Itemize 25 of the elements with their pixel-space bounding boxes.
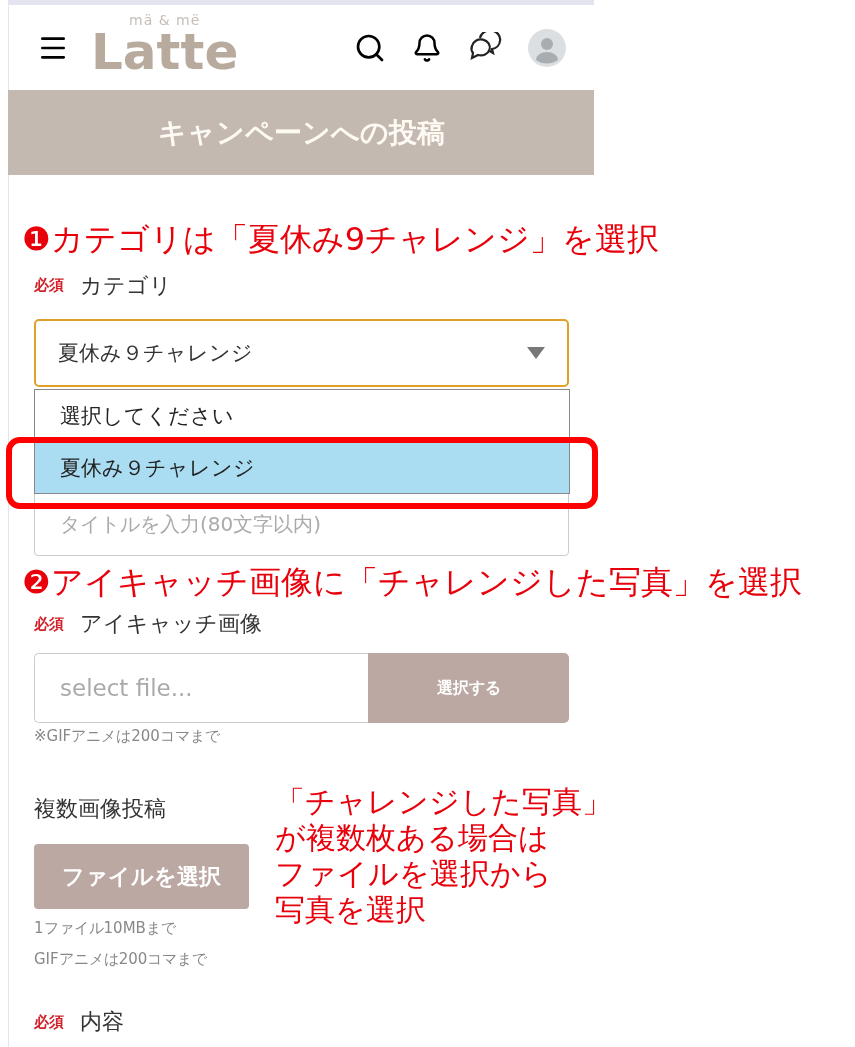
choose-file-button[interactable]: ファイルを選択 <box>34 844 249 910</box>
category-select[interactable]: 夏休み９チャレンジ <box>34 318 569 387</box>
hint-text: ※GIFアニメは200コマまで <box>34 727 221 747</box>
field-label: アイキャッチ画像 <box>80 610 262 639</box>
caret-icon <box>527 346 545 359</box>
hint-text: 1ファイル10MBまで <box>34 919 177 939</box>
annotation-line: ファイルを選択から <box>275 856 552 893</box>
logo: mä & më Latte <box>91 12 239 77</box>
bell-icon[interactable] <box>412 32 442 63</box>
required-tag: 必須 <box>34 1012 64 1032</box>
file-input[interactable]: select file... <box>34 653 368 724</box>
page-title-banner: キャンペーンへの投稿 <box>8 90 594 175</box>
field-label: 内容 <box>80 1008 124 1037</box>
select-button[interactable]: 選択する <box>368 653 569 724</box>
annotation-line: 「チャレンジした写真」 <box>275 784 612 821</box>
required-tag: 必須 <box>34 614 64 634</box>
annotation-text: ❶カテゴリは「夏休み9チャレンジ」を選択 <box>22 219 660 260</box>
required-tag: 必須 <box>34 276 64 296</box>
annotation-line: が複数枚ある場合は <box>275 820 549 857</box>
field-label: カテゴリ <box>80 271 172 300</box>
annotation-text: ❷アイキャッチ画像に「チャレンジした写真」を選択 <box>22 561 802 603</box>
annotation-line: 写真を選択 <box>275 892 426 929</box>
hint-text: GIFアニメは200コマまで <box>34 950 209 970</box>
dropdown-option[interactable]: 夏休み９チャレンジ <box>35 441 569 493</box>
section-label: 複数画像投稿 <box>34 795 167 824</box>
